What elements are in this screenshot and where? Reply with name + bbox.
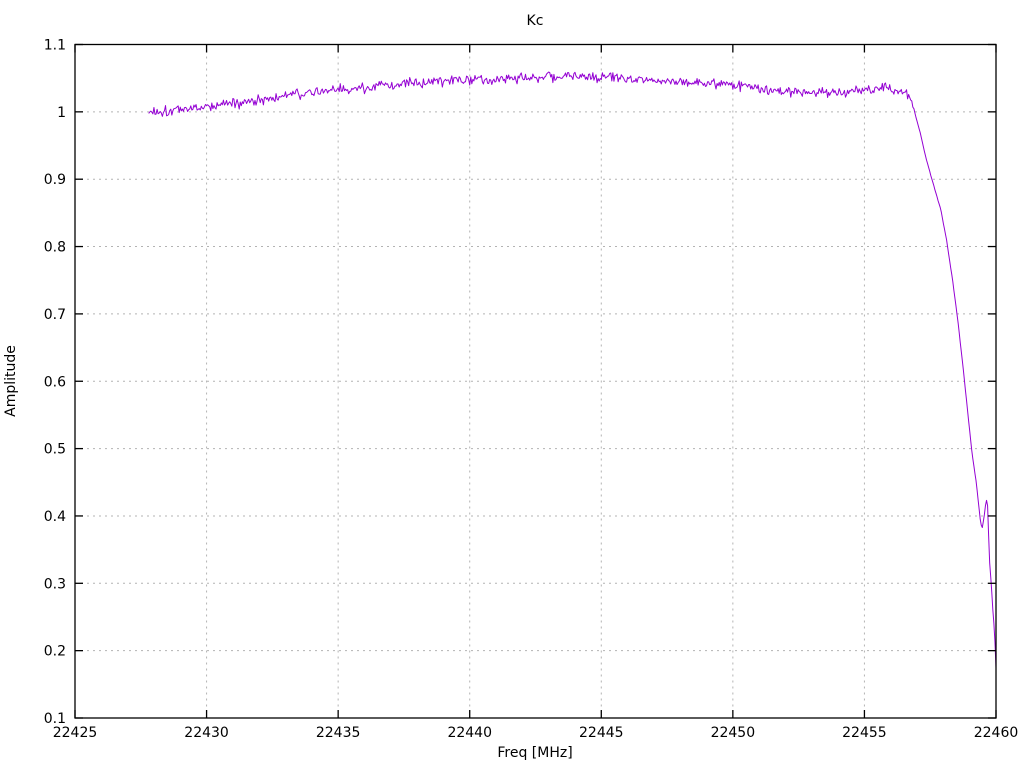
- y-tick-label: 0.2: [44, 644, 66, 660]
- grid-lines: [75, 45, 996, 719]
- y-tick-label: 0.1: [44, 711, 66, 727]
- x-tick-label: 22440: [447, 725, 492, 741]
- series-layer: [149, 72, 996, 668]
- x-tick-label: 22445: [579, 725, 624, 741]
- y-tick-label: 0.6: [44, 374, 66, 390]
- y-tick-label: 0.7: [44, 307, 66, 323]
- x-axis-label: Freq [MHz]: [497, 745, 572, 761]
- plot-page: 22425 22430 22435 22440 22445 22450 22455 22460…: [0, 0, 1024, 768]
- y-tick-label: 0.4: [44, 509, 66, 525]
- x-tick-label: 22435: [316, 725, 361, 741]
- y-axis-label: Amplitude: [3, 345, 19, 417]
- x-tick-label: 22425: [53, 725, 98, 741]
- x-tick-label: 22450: [711, 725, 756, 741]
- x-tick-label: 22455: [842, 725, 887, 741]
- y-tick-label: 0.3: [44, 576, 66, 592]
- y-tick-label: 0.9: [44, 172, 66, 188]
- y-tick-label: 1.1: [44, 38, 66, 54]
- kc-series-line: [149, 72, 996, 668]
- x-tick-label: 22460: [974, 725, 1019, 741]
- tick-labels: 22425 22430 22435 22440 22445 22450 22455 22460…: [44, 38, 1019, 742]
- kc-chart: 22425 22430 22435 22440 22445 22450 22455 22460…: [0, 0, 1024, 768]
- x-tick-label: 22430: [184, 725, 229, 741]
- y-tick-label: 1: [57, 105, 66, 121]
- y-tick-label: 0.8: [44, 240, 66, 256]
- chart-title: Kc: [527, 13, 544, 29]
- y-tick-label: 0.5: [44, 442, 66, 458]
